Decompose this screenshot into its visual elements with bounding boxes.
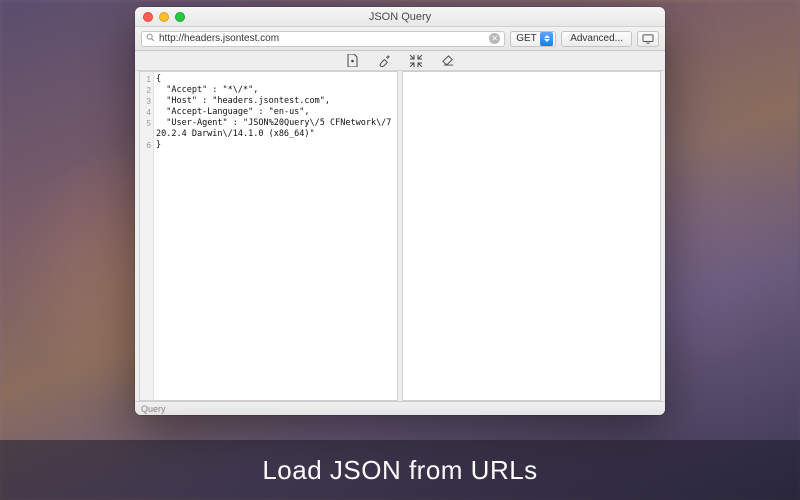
- display-mode-button[interactable]: [637, 31, 659, 47]
- eraser-icon: [442, 55, 455, 66]
- url-input[interactable]: http://headers.jsontest.com ✕: [141, 31, 505, 47]
- brush-icon: [378, 54, 391, 67]
- content-area: 1 2 3 4 5 6 { "Accept" : "*\/*", "Host" …: [135, 71, 665, 401]
- window-title: JSON Query: [135, 11, 665, 23]
- status-bar: Query: [135, 401, 665, 415]
- http-method-select[interactable]: GET: [510, 31, 556, 47]
- chevron-updown-icon: [540, 32, 553, 46]
- line-number: [140, 129, 153, 140]
- line-number: 3: [140, 96, 153, 107]
- line-number: 5: [140, 118, 153, 129]
- json-content[interactable]: { "Accept" : "*\/*", "Host" : "headers.j…: [156, 74, 395, 151]
- titlebar[interactable]: JSON Query: [135, 7, 665, 27]
- line-number: 1: [140, 74, 153, 85]
- document-icon: [347, 54, 358, 67]
- clear-button[interactable]: [441, 54, 455, 68]
- format-document-button[interactable]: [345, 54, 359, 68]
- prettify-button[interactable]: [377, 54, 391, 68]
- right-result-pane[interactable]: [402, 71, 661, 401]
- app-window: JSON Query http://headers.jsontest.com ✕…: [135, 7, 665, 415]
- url-value: http://headers.jsontest.com: [159, 33, 485, 44]
- promo-caption: Load JSON from URLs: [0, 440, 800, 500]
- status-text: Query: [141, 404, 166, 414]
- monitor-icon: [642, 34, 654, 44]
- line-number: 6: [140, 140, 153, 151]
- search-icon: [146, 33, 155, 44]
- clear-url-icon[interactable]: ✕: [489, 33, 500, 44]
- collapse-icon: [410, 55, 422, 67]
- action-toolbar: [135, 51, 665, 71]
- left-editor-pane[interactable]: 1 2 3 4 5 6 { "Accept" : "*\/*", "Host" …: [139, 71, 398, 401]
- method-value: GET: [516, 33, 537, 44]
- advanced-button[interactable]: Advanced...: [561, 31, 632, 47]
- advanced-label: Advanced...: [570, 33, 623, 44]
- line-number: 4: [140, 107, 153, 118]
- toolbar: http://headers.jsontest.com ✕ GET Advanc…: [135, 27, 665, 51]
- caption-text: Load JSON from URLs: [262, 455, 537, 486]
- line-number: 2: [140, 85, 153, 96]
- line-gutter: 1 2 3 4 5 6: [140, 72, 154, 400]
- collapse-button[interactable]: [409, 54, 423, 68]
